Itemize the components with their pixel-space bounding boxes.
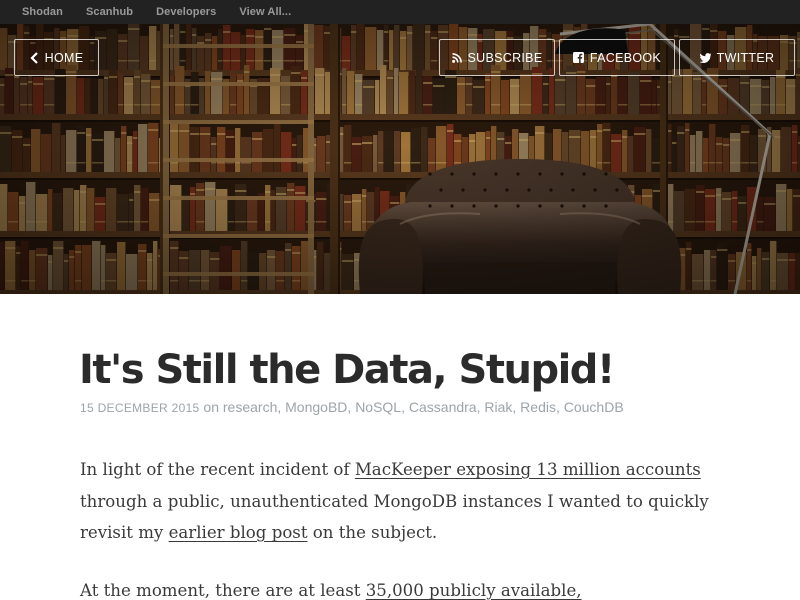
post-meta: 15 DECEMBER 2015 on research, MongoBD, N…: [80, 399, 624, 415]
subscribe-button-label: SUBSCRIBE: [467, 50, 543, 65]
facebook-icon: [572, 52, 584, 63]
facebook-button-label: FACEBOOK: [589, 50, 662, 65]
home-button-label: HOME: [44, 50, 84, 65]
post-date: 15 DECEMBER 2015: [80, 401, 200, 415]
tag-link[interactable]: MongoBD: [285, 399, 347, 415]
post-paragraph: In light of the recent incident of MacKe…: [80, 454, 740, 549]
paragraph-text: on the subject.: [307, 523, 438, 542]
nav-link-developers[interactable]: Developers: [156, 6, 216, 18]
post-meta-on: on: [203, 399, 219, 415]
top-nav-bar: Shodan Scanhub Developers View All...: [0, 0, 800, 24]
subscribe-button[interactable]: SUBSCRIBE: [439, 39, 555, 76]
tag-link[interactable]: Redis: [520, 399, 556, 415]
post-paragraph: At the moment, there are at least 35,000…: [80, 575, 740, 600]
hero-banner: HOME SUBSCRIBE FACEBOOK TWITTER: [0, 24, 800, 294]
earlier-blog-post-link[interactable]: earlier blog post: [169, 523, 308, 542]
tag-link[interactable]: Riak: [484, 399, 512, 415]
tag-link[interactable]: Cassandra: [409, 399, 477, 415]
paragraph-text: In light of the recent incident of: [80, 460, 355, 479]
nav-link-scanhub[interactable]: Scanhub: [86, 6, 133, 18]
mackeeper-article-link[interactable]: MacKeeper exposing 13 million accounts: [355, 460, 701, 479]
twitter-icon: [699, 52, 711, 63]
nav-link-shodan[interactable]: Shodan: [22, 6, 63, 18]
paragraph-text: At the moment, there are at least: [80, 581, 366, 600]
nav-link-view-all[interactable]: View All...: [239, 6, 291, 18]
rss-icon: [451, 52, 462, 63]
chevron-left-icon: [30, 51, 39, 64]
public-instances-link[interactable]: 35,000 publicly available,: [366, 581, 582, 600]
tag-link[interactable]: research: [223, 399, 277, 415]
twitter-button-label: TWITTER: [716, 50, 775, 65]
twitter-button[interactable]: TWITTER: [679, 39, 795, 76]
home-button[interactable]: HOME: [14, 39, 99, 76]
tag-link[interactable]: CouchDB: [564, 399, 624, 415]
post-title: It's Still the Data, Stupid!: [79, 347, 615, 393]
tag-link[interactable]: NoSQL: [355, 399, 401, 415]
facebook-button[interactable]: FACEBOOK: [559, 39, 675, 76]
